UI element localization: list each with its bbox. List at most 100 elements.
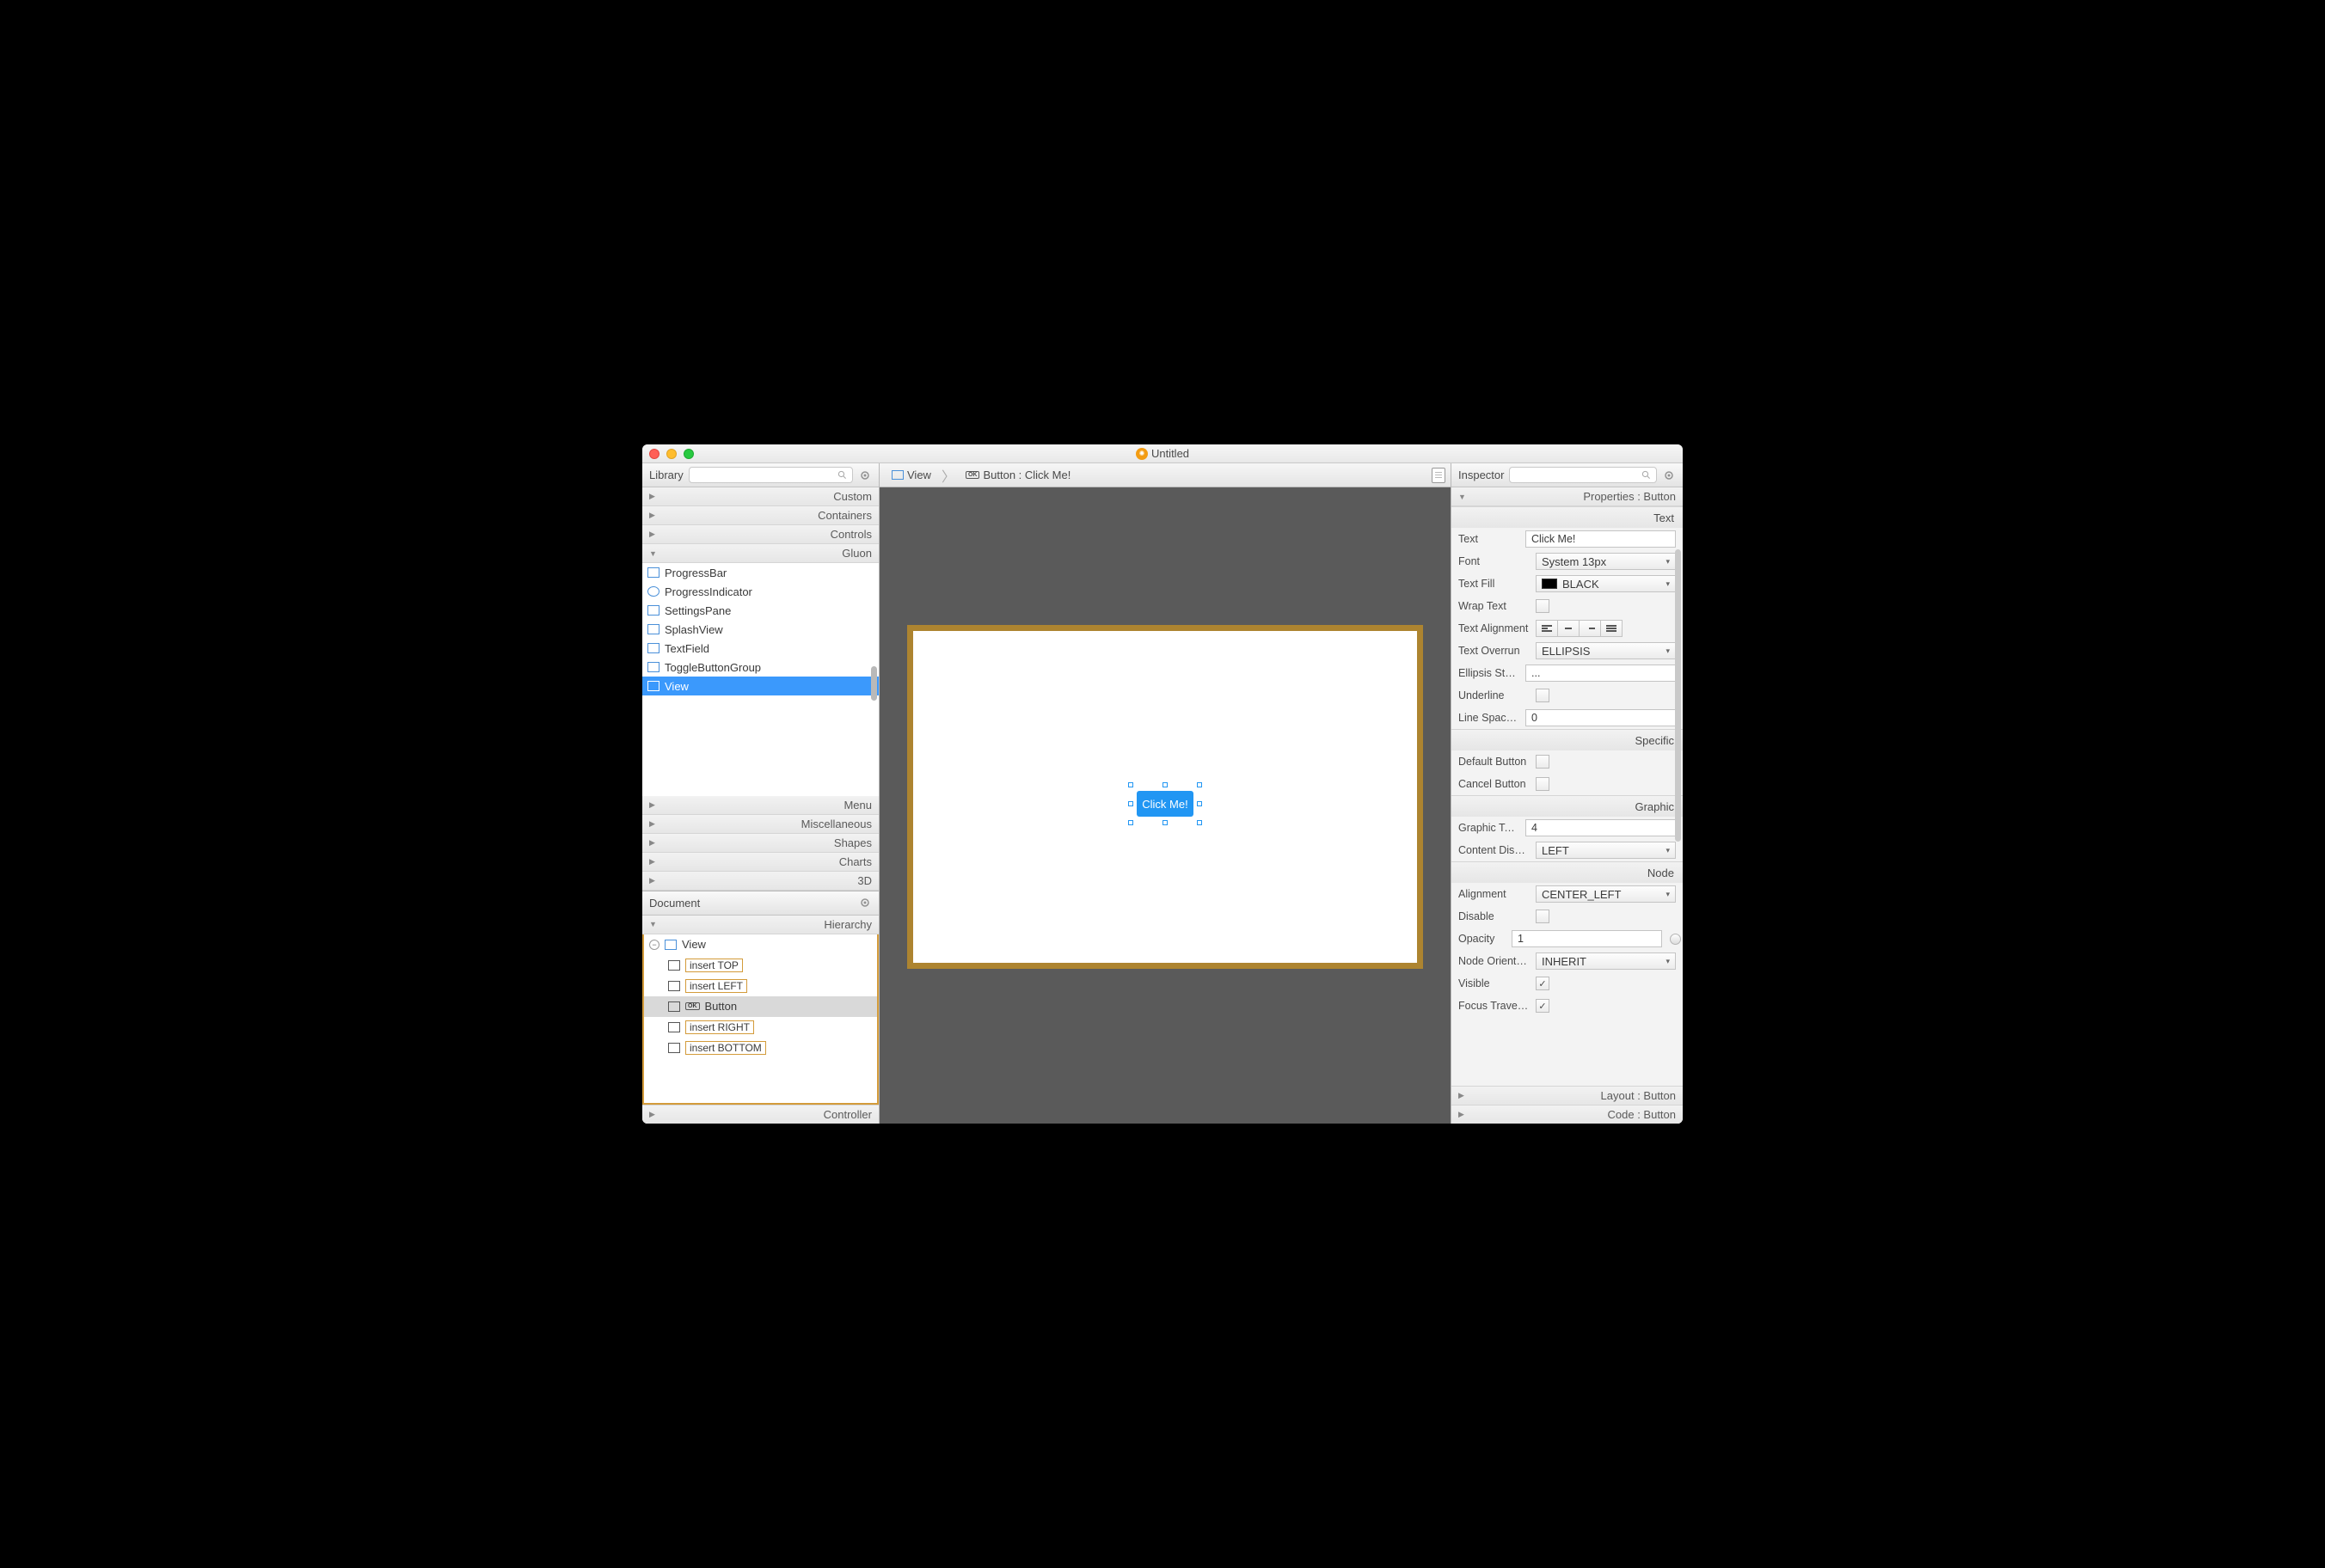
- graphic-text-gap-field[interactable]: [1525, 819, 1676, 836]
- resize-handle[interactable]: [1197, 820, 1202, 825]
- collapse-icon[interactable]: −: [649, 940, 659, 950]
- library-category-menu[interactable]: ▶Menu: [642, 796, 879, 815]
- section-header-specific[interactable]: Specific: [1451, 730, 1683, 750]
- prop-text-fill: Text FillBLACK: [1451, 573, 1683, 595]
- line-spacing-field[interactable]: [1525, 709, 1676, 726]
- library-category-shapes[interactable]: ▶Shapes: [642, 834, 879, 853]
- canvas-view[interactable]: Click Me!: [913, 631, 1417, 963]
- slider-thumb[interactable]: [1670, 934, 1681, 945]
- gear-icon[interactable]: [858, 469, 872, 482]
- prop-text-overrun: Text OverrunELLIPSIS: [1451, 640, 1683, 662]
- close-window-icon[interactable]: [649, 449, 659, 459]
- section-header-node[interactable]: Node: [1451, 862, 1683, 883]
- component-icon: [647, 624, 659, 634]
- inspector-layout-header[interactable]: ▶Layout : Button: [1451, 1086, 1683, 1105]
- align-justify-button[interactable]: [1600, 620, 1623, 637]
- canvas-area[interactable]: Click Me!: [880, 487, 1451, 1124]
- wrap-text-checkbox[interactable]: [1536, 599, 1549, 613]
- library-category-controls[interactable]: ▶Controls: [642, 525, 879, 544]
- ellipsis-field[interactable]: [1525, 665, 1676, 682]
- tree-item[interactable]: insert LEFT: [644, 976, 877, 996]
- library-item[interactable]: ToggleButtonGroup: [642, 658, 879, 677]
- text-field[interactable]: [1525, 530, 1676, 548]
- library-item[interactable]: ProgressIndicator: [642, 582, 879, 601]
- visible-checkbox[interactable]: [1536, 977, 1549, 990]
- zoom-window-icon[interactable]: [684, 449, 694, 459]
- document-header: Document: [642, 891, 879, 916]
- align-left-button[interactable]: [1536, 620, 1558, 637]
- align-center-button[interactable]: [1557, 620, 1580, 637]
- tree-item[interactable]: insert BOTTOM: [644, 1038, 877, 1058]
- library-header: Library: [642, 463, 879, 487]
- prop-graphic-text-gap: Graphic Text ...: [1451, 817, 1683, 839]
- breadcrumb-segment[interactable]: View: [885, 466, 938, 485]
- css-preview-icon[interactable]: [1432, 468, 1445, 483]
- slot-icon: [668, 1001, 680, 1012]
- tree-root[interactable]: − View: [644, 934, 877, 955]
- scrollbar-thumb[interactable]: [871, 666, 877, 701]
- minimize-window-icon[interactable]: [666, 449, 677, 459]
- text-fill-combo[interactable]: BLACK: [1536, 575, 1676, 592]
- prop-ellipsis-string: Ellipsis String: [1451, 662, 1683, 684]
- resize-handle[interactable]: [1197, 782, 1202, 787]
- library-category-containers[interactable]: ▶Containers: [642, 506, 879, 525]
- gear-icon[interactable]: [858, 896, 872, 910]
- canvas-button[interactable]: Click Me!: [1137, 791, 1193, 817]
- resize-handle[interactable]: [1128, 820, 1133, 825]
- ok-badge-icon: OK: [966, 471, 980, 479]
- gear-icon[interactable]: [1662, 469, 1676, 482]
- breadcrumb-segment[interactable]: OKButton : Click Me!: [959, 466, 1077, 485]
- hierarchy-header[interactable]: ▼Hierarchy: [642, 916, 879, 934]
- resize-handle[interactable]: [1162, 782, 1168, 787]
- library-item[interactable]: SplashView: [642, 620, 879, 639]
- library-item-selected[interactable]: View: [642, 677, 879, 695]
- text-overrun-combo[interactable]: ELLIPSIS: [1536, 642, 1676, 659]
- component-icon: [647, 662, 659, 672]
- focus-traversable-checkbox[interactable]: [1536, 999, 1549, 1013]
- prop-wrap-text: Wrap Text: [1451, 595, 1683, 617]
- tree-item-selected[interactable]: OKButton: [644, 996, 877, 1017]
- library-title: Library: [649, 469, 684, 481]
- library-category-charts[interactable]: ▶Charts: [642, 853, 879, 872]
- prop-disable: Disable: [1451, 905, 1683, 928]
- library-category-custom[interactable]: ▶Custom: [642, 487, 879, 506]
- library-item[interactable]: ProgressBar: [642, 563, 879, 582]
- section-header-graphic[interactable]: Graphic: [1451, 796, 1683, 817]
- controller-section[interactable]: ▶Controller: [642, 1105, 879, 1124]
- underline-checkbox[interactable]: [1536, 689, 1549, 702]
- prop-node-orientation: Node Orienta...INHERIT: [1451, 950, 1683, 972]
- library-category-3d[interactable]: ▶3D: [642, 872, 879, 891]
- content-display-combo[interactable]: LEFT: [1536, 842, 1676, 859]
- font-combo[interactable]: System 13px: [1536, 553, 1676, 570]
- alignment-combo[interactable]: CENTER_LEFT: [1536, 885, 1676, 903]
- inspector-code-header[interactable]: ▶Code : Button: [1451, 1105, 1683, 1124]
- library-category-gluon[interactable]: ▼Gluon: [642, 544, 879, 563]
- resize-handle[interactable]: [1128, 782, 1133, 787]
- opacity-field[interactable]: [1512, 930, 1662, 947]
- library-search-input[interactable]: [689, 467, 853, 483]
- library-category-miscellaneous[interactable]: ▶Miscellaneous: [642, 815, 879, 834]
- section-header-text[interactable]: Text: [1451, 507, 1683, 528]
- inspector-search-input[interactable]: [1509, 467, 1657, 483]
- titlebar[interactable]: ✺ Untitled: [642, 444, 1683, 463]
- prop-content-display: Content DisplayLEFT: [1451, 839, 1683, 861]
- resize-handle[interactable]: [1197, 801, 1202, 806]
- prop-underline: Underline: [1451, 684, 1683, 707]
- align-right-button[interactable]: [1579, 620, 1601, 637]
- scrollbar-thumb[interactable]: [1675, 549, 1681, 842]
- library-item[interactable]: SettingsPane: [642, 601, 879, 620]
- tree-item[interactable]: insert TOP: [644, 955, 877, 976]
- cancel-button-checkbox[interactable]: [1536, 777, 1549, 791]
- resize-handle[interactable]: [1162, 820, 1168, 825]
- default-button-checkbox[interactable]: [1536, 755, 1549, 769]
- library-item[interactable]: TextField: [642, 639, 879, 658]
- chevron-right-icon: 〉: [942, 465, 955, 486]
- disable-checkbox[interactable]: [1536, 910, 1549, 923]
- resize-handle[interactable]: [1128, 801, 1133, 806]
- inspector-body: Text Text FontSystem 13px Text FillBLACK…: [1451, 506, 1683, 1086]
- window-title: ✺ Untitled: [642, 447, 1683, 460]
- inspector-header: Inspector: [1451, 463, 1683, 487]
- node-orientation-combo[interactable]: INHERIT: [1536, 952, 1676, 970]
- tree-item[interactable]: insert RIGHT: [644, 1017, 877, 1038]
- inspector-properties-header[interactable]: ▼Properties : Button: [1451, 487, 1683, 506]
